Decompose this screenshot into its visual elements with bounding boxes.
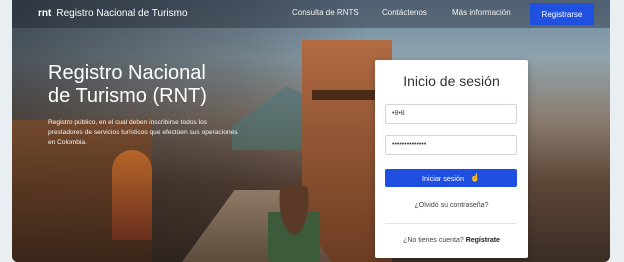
login-button-label: Iniciar sesión	[422, 173, 464, 183]
password-field[interactable]: ••••••••••••••	[385, 135, 517, 155]
hero-title: Registro Nacional de Turismo (RNT)	[48, 62, 248, 108]
brand[interactable]: rnt Registro Nacional de Turismo	[38, 8, 188, 19]
hero-description: Registro público, en el cual deben inscr…	[48, 119, 238, 146]
hero-title-line-1: Registro Nacional	[48, 62, 206, 84]
login-title: Inicio de sesión	[403, 73, 500, 89]
signup-link[interactable]: Regístrate	[466, 237, 500, 244]
page-frame: rnt Registro Nacional de Turismo Consult…	[12, 0, 610, 262]
mural-image	[112, 150, 152, 240]
nav-link-consulta[interactable]: Consulta de RNTS	[292, 8, 359, 17]
signup-row: ¿No tienes cuenta? Regístrate	[375, 237, 528, 244]
forgot-password-link[interactable]: ¿Olvidó su contraseña?	[375, 202, 528, 209]
person-image	[268, 186, 320, 262]
brand-text[interactable]: Registro Nacional de Turismo	[56, 8, 187, 19]
pointer-hand-icon: ☝	[469, 173, 480, 182]
nav-link-mas-informacion[interactable]: Más información	[452, 8, 511, 17]
navbar: rnt Registro Nacional de Turismo Consult…	[12, 0, 610, 28]
login-card: Inicio de sesión •8•8 •••••••••••••• Ini…	[375, 60, 528, 258]
brand-logo[interactable]: rnt	[38, 8, 51, 19]
signup-prompt: ¿No tienes cuenta?	[403, 237, 464, 244]
balcony-image	[312, 90, 382, 100]
username-field[interactable]: •8•8	[385, 104, 517, 124]
divider	[385, 223, 517, 224]
nav-link-contactenos[interactable]: Contáctenos	[382, 8, 427, 17]
hero-title-line-2: de Turismo (RNT)	[48, 85, 207, 107]
register-button[interactable]: Registrarse	[530, 3, 594, 25]
login-button[interactable]: Iniciar sesión ☝	[385, 169, 517, 187]
